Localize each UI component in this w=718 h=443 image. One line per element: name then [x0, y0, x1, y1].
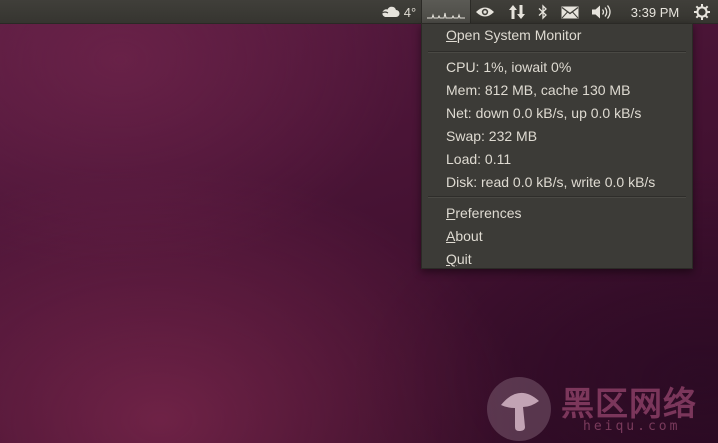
about-item[interactable]: About [446, 227, 483, 245]
network-updown-icon [509, 4, 525, 20]
temperature-label: 4° [403, 4, 417, 20]
open-monitor-mnemonic: O [446, 27, 457, 43]
sound-indicator[interactable] [589, 0, 615, 24]
preferences-mnemonic: P [446, 205, 456, 221]
eye-indicator[interactable] [472, 0, 498, 24]
system-monitor-menu: Open System Monitor CPU: 1%, iowait 0% M… [421, 23, 693, 269]
open-system-monitor-item[interactable]: Open System Monitor [446, 26, 581, 44]
preferences-item[interactable]: Preferences [446, 204, 522, 222]
open-monitor-label: pen System Monitor [456, 27, 582, 43]
eye-icon [475, 6, 495, 18]
messaging-indicator[interactable] [558, 0, 582, 24]
about-mnemonic: A [446, 228, 456, 244]
watermark-url: heiqu.com [583, 419, 681, 434]
gear-icon [694, 4, 710, 20]
cloud-icon [380, 5, 400, 19]
session-indicator[interactable] [690, 0, 714, 24]
top-panel: 4° 3:39 PM [0, 0, 718, 24]
disk-stat: Disk: read 0.0 kB/s, write 0.0 kB/s [446, 174, 656, 190]
quit-mnemonic: Q [446, 251, 457, 267]
preferences-label: references [455, 205, 522, 221]
menu-separator [428, 196, 686, 198]
network-indicator[interactable] [506, 0, 528, 24]
menu-separator [428, 51, 686, 53]
volume-icon [591, 4, 613, 20]
activity-graph-icon [426, 4, 466, 20]
clock-time: 3:39 PM [630, 4, 680, 20]
swap-stat: Swap: 232 MB [446, 128, 538, 144]
quit-label: uit [456, 251, 472, 267]
cpu-stat: CPU: 1%, iowait 0% [446, 59, 572, 75]
bluetooth-icon [538, 4, 548, 20]
net-stat: Net: down 0.0 kB/s, up 0.0 kB/s [446, 105, 642, 121]
watermark: 黑区网络 heiqu.com [487, 375, 715, 441]
quit-item[interactable]: Quit [446, 250, 472, 268]
weather-indicator[interactable]: 4° [376, 0, 420, 24]
about-label: bout [455, 228, 483, 244]
watermark-text: 黑区网络 [561, 384, 697, 423]
clock-indicator[interactable]: 3:39 PM [624, 0, 686, 24]
bluetooth-indicator[interactable] [533, 0, 553, 24]
system-monitor-indicator[interactable] [421, 0, 471, 24]
mushroom-logo-icon [487, 377, 551, 441]
load-stat: Load: 0.11 [446, 151, 512, 167]
mail-icon [561, 6, 579, 19]
mem-stat: Mem: 812 MB, cache 130 MB [446, 82, 631, 98]
